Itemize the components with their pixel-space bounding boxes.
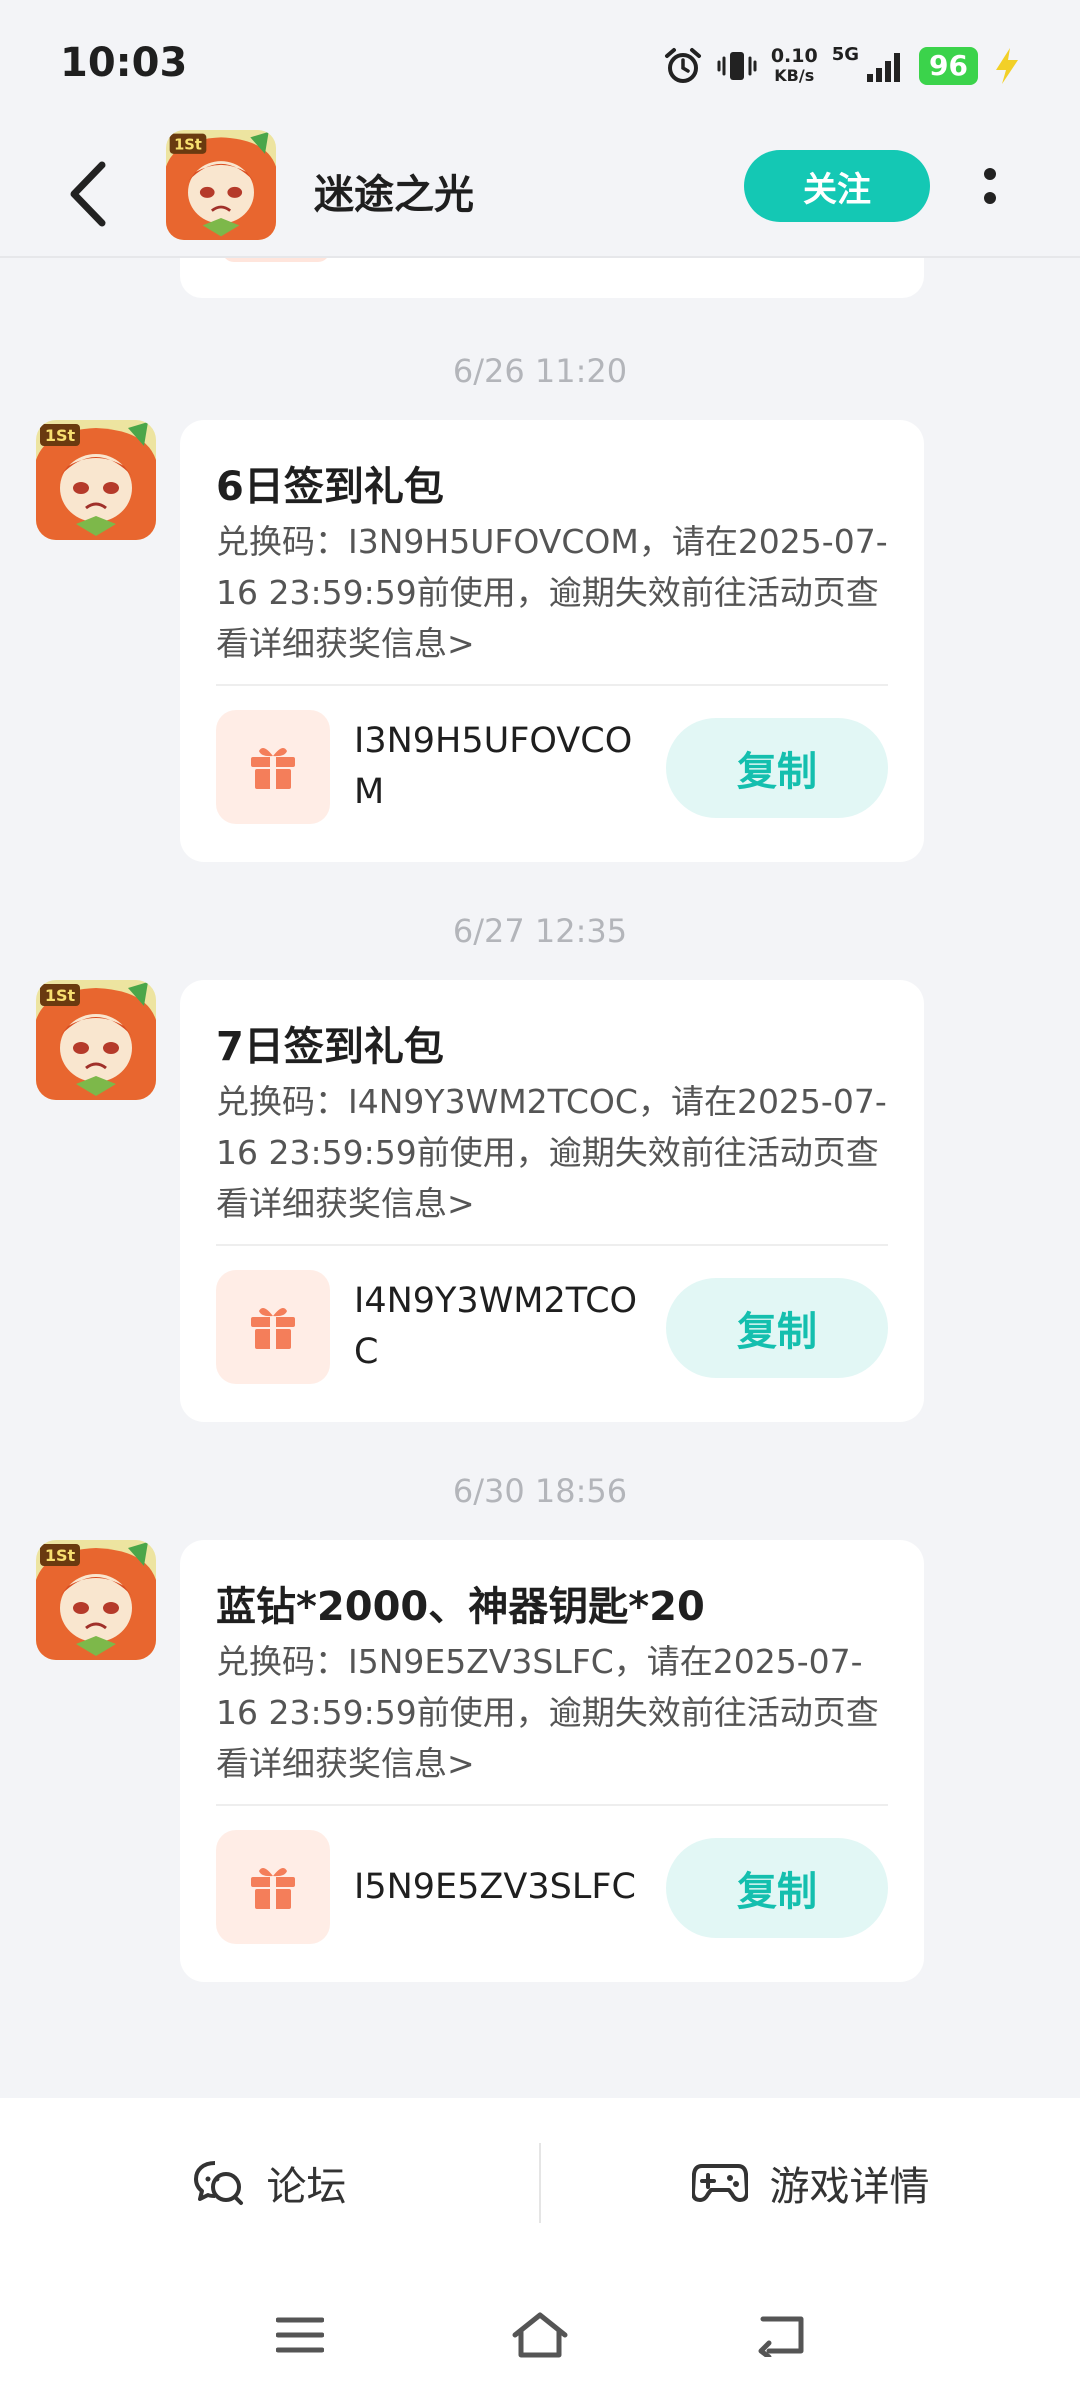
gift-description[interactable]: 兑换码：I5N9E5ZV3SLFC，请在2025-07-16 23:59:59前… (216, 1636, 896, 1789)
signal-icon (867, 53, 901, 82)
home-button[interactable] (510, 2308, 570, 2362)
game-logo-icon: 1St (166, 130, 276, 240)
game-logo-icon: 1St (36, 420, 156, 540)
gift-title: 蓝钻*2000、神器钥匙*20 (216, 1584, 705, 1630)
system-nav-bar (0, 2268, 1080, 2400)
alarm-icon (664, 48, 701, 83)
status-icons: 0.10 KB/s 5G 96 (663, 44, 1022, 88)
divider (216, 1804, 888, 1806)
divider (216, 684, 888, 686)
svg-text:1St: 1St (45, 986, 76, 1005)
svg-text:1St: 1St (45, 1546, 76, 1565)
gift-code: I5N9E5ZV3SLFC (354, 1867, 636, 1907)
back-arrow-icon (70, 161, 106, 227)
gift-icon (251, 1307, 295, 1349)
gift-description[interactable]: 兑换码：I4N9Y3WM2TCOC，请在2025-07-16 23:59:59前… (216, 1076, 896, 1229)
divider (216, 1244, 888, 1246)
game-logo-icon: 1St (36, 980, 156, 1100)
gift-code: I3N9H5UFOVCOM (354, 721, 633, 812)
message-avatar[interactable]: 1St (36, 1540, 156, 1660)
message-timestamp: 6/27 12:35 (452, 912, 628, 950)
gift-title: 7日签到礼包 (216, 1024, 444, 1070)
gift-description[interactable]: 兑换码：I3N9H5UFOVCOM，请在2025-07-16 23:59:59前… (216, 516, 896, 669)
gift-message-card[interactable]: 蓝钻*2000、神器钥匙*20 兑换码：I5N9E5ZV3SLFC，请在2025… (180, 1540, 924, 1982)
message-avatar[interactable]: 1St (36, 420, 156, 540)
copy-button[interactable]: 复制 (666, 1838, 888, 1938)
vibrate-icon (717, 52, 757, 80)
page-title: 迷途之光 (314, 172, 474, 218)
gift-message-card[interactable]: 7日签到礼包 兑换码：I4N9Y3WM2TCOC，请在2025-07-16 23… (180, 980, 924, 1422)
gamepad-icon (691, 2164, 748, 2202)
net-speed: 0.10 KB/s (771, 46, 818, 86)
message-timestamp: 6/30 18:56 (452, 1472, 628, 1510)
message-avatar[interactable]: 1St (36, 980, 156, 1100)
charging-icon (996, 48, 1018, 84)
game-details-tab[interactable]: 游戏详情 (541, 2098, 1080, 2268)
message-timestamp: 6/26 11:20 (452, 352, 628, 390)
system-back-button[interactable] (752, 2308, 812, 2362)
gift-icon (251, 747, 295, 789)
gift-box (216, 1830, 330, 1944)
network-type: 5G (831, 44, 860, 65)
forum-chat-icon (193, 2161, 243, 2205)
status-bar: 10:03 0.10 KB/s 5G 96 (0, 0, 1080, 130)
svg-text:1St: 1St (45, 426, 76, 445)
net-speed-unit: KB/s (774, 66, 815, 85)
game-details-tab-label: 游戏详情 (769, 2164, 930, 2210)
game-avatar[interactable]: 1St (166, 130, 276, 240)
recent-apps-button[interactable] (270, 2308, 330, 2362)
svg-text:1St: 1St (174, 136, 202, 153)
gift-icon (251, 1867, 295, 1909)
more-button[interactable] (968, 154, 1012, 218)
net-speed-value: 0.10 (770, 45, 818, 67)
gift-box (216, 710, 330, 824)
gift-code: I4N9Y3WM2TCOC (354, 1281, 638, 1372)
follow-button[interactable]: 关注 (744, 150, 930, 222)
copy-button[interactable]: 复制 (666, 1278, 888, 1378)
copy-button[interactable]: 复制 (666, 718, 888, 818)
bottom-tab-bar: 论坛 游戏详情 (0, 2098, 1080, 2268)
more-icon (984, 168, 996, 180)
top-bar: 1St 迷途之光 关注 (0, 130, 1080, 258)
forum-tab[interactable]: 论坛 (0, 2098, 539, 2268)
gift-message-card[interactable]: 6日签到礼包 兑换码：I3N9H5UFOVCOM，请在2025-07-16 23… (180, 420, 924, 862)
battery-level: 96 (919, 47, 978, 85)
menu-icon (276, 2317, 324, 2353)
game-logo-icon: 1St (36, 1540, 156, 1660)
forum-tab-label: 论坛 (266, 2164, 347, 2210)
home-icon (512, 2312, 568, 2358)
gift-title: 6日签到礼包 (216, 464, 444, 510)
status-time: 10:03 (60, 40, 188, 86)
gift-box (216, 1270, 330, 1384)
back-button[interactable] (58, 154, 118, 234)
back-icon (758, 2316, 804, 2357)
